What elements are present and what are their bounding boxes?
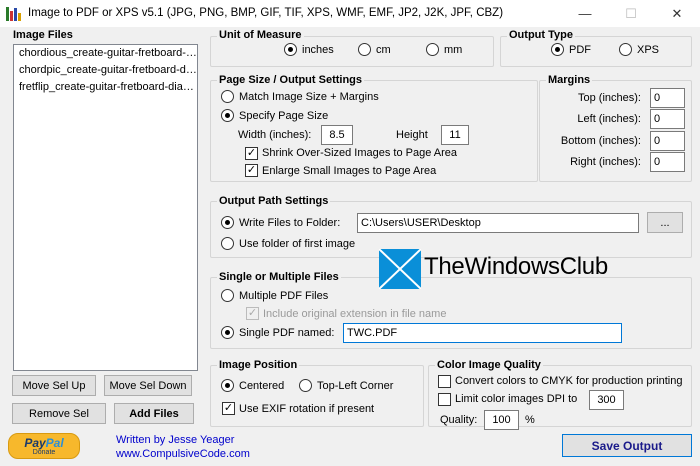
remove-sel-button[interactable]: Remove Sel (12, 403, 106, 424)
single-pdf-name-input[interactable] (343, 323, 622, 343)
width-input[interactable] (321, 125, 353, 145)
list-item[interactable]: chordpic_create-guitar-fretboard-diagram… (14, 62, 197, 79)
margin-right-label: Right (inches): (570, 156, 641, 168)
use-first-folder-label: Use folder of first image (239, 238, 356, 250)
output-xps-radio[interactable] (619, 43, 632, 56)
paypal-logo: PayPal (24, 436, 64, 450)
single-multiple-label: Single or Multiple Files (217, 271, 341, 283)
minimize-button[interactable]: — (562, 0, 608, 27)
image-files-label: Image Files (13, 29, 73, 41)
paypal-donate-label: Donate (32, 449, 56, 456)
list-item[interactable]: fretflip_create-guitar-fretboard-diagram… (14, 79, 197, 96)
cmyk-label: Convert colors to CMYK for production pr… (455, 375, 683, 387)
author-link[interactable]: Written by Jesse Yeager (116, 434, 234, 446)
dpi-input[interactable] (589, 390, 624, 410)
list-item[interactable]: chordious_create-guitar-fretboard-diagra… (14, 45, 197, 62)
paypal-donate-button[interactable]: PayPal Donate (8, 433, 80, 459)
unit-of-measure-label: Unit of Measure (217, 29, 304, 41)
margin-bottom-label: Bottom (inches): (560, 135, 641, 147)
shrink-label: Shrink Over-Sized Images to Page Area (262, 147, 458, 159)
watermark-text: TheWindowsClub (424, 253, 608, 280)
image-position-group: Image Position (210, 359, 424, 427)
website-link[interactable]: www.CompulsiveCode.com (116, 448, 250, 460)
include-extension-checkbox[interactable]: ✓ (246, 307, 259, 320)
shrink-checkbox[interactable]: ✓ (245, 147, 258, 160)
margin-top-input[interactable] (650, 88, 685, 108)
specify-page-size-radio[interactable] (221, 109, 234, 122)
margin-bottom-input[interactable] (650, 131, 685, 151)
quality-input[interactable] (484, 410, 519, 430)
margin-left-input[interactable] (650, 109, 685, 129)
output-pdf-label: PDF (569, 44, 591, 56)
write-to-folder-radio[interactable] (221, 216, 234, 229)
height-label: Height (396, 129, 428, 141)
multiple-files-radio[interactable] (221, 289, 234, 302)
window-title: Image to PDF or XPS v5.1 (JPG, PNG, BMP,… (28, 7, 504, 19)
specify-page-size-label: Specify Page Size (239, 110, 329, 122)
maximize-button[interactable]: ☐ (608, 0, 654, 27)
margin-top-label: Top (inches): (578, 92, 641, 104)
color-quality-label: Color Image Quality (435, 359, 543, 371)
output-type-group: Output Type (500, 29, 692, 67)
save-output-button[interactable]: Save Output (562, 434, 692, 457)
output-pdf-radio[interactable] (551, 43, 564, 56)
close-button[interactable]: ✕ (654, 0, 700, 27)
unit-cm-label: cm (376, 44, 391, 56)
unit-cm-radio[interactable] (358, 43, 371, 56)
unit-inches-label: inches (302, 44, 334, 56)
match-image-size-label: Match Image Size + Margins (239, 91, 379, 103)
multiple-files-label: Multiple PDF Files (239, 290, 329, 302)
quality-label: Quality: (440, 414, 478, 426)
use-first-folder-radio[interactable] (221, 237, 234, 250)
position-centered-radio[interactable] (221, 379, 234, 392)
output-xps-label: XPS (637, 44, 660, 56)
unit-mm-radio[interactable] (426, 43, 439, 56)
output-path-label: Output Path Settings (217, 195, 331, 207)
single-pdf-label: Single PDF named: (239, 327, 335, 339)
image-files-list[interactable]: chordious_create-guitar-fretboard-diagra… (13, 44, 198, 371)
enlarge-checkbox[interactable]: ✓ (245, 164, 258, 177)
exif-rotation-label: Use EXIF rotation if present (239, 403, 375, 415)
margin-left-label: Left (inches): (577, 113, 641, 125)
single-pdf-radio[interactable] (221, 326, 234, 339)
limit-dpi-checkbox[interactable] (438, 393, 451, 406)
output-type-label: Output Type (507, 29, 575, 41)
move-sel-down-button[interactable]: Move Sel Down (104, 375, 192, 396)
image-position-label: Image Position (217, 359, 300, 371)
unit-inches-radio[interactable] (284, 43, 297, 56)
output-folder-input[interactable] (357, 213, 639, 233)
browse-folder-button[interactable]: ... (647, 212, 683, 233)
write-to-folder-label: Write Files to Folder: (239, 217, 341, 229)
margin-right-input[interactable] (650, 152, 685, 172)
unit-mm-label: mm (444, 44, 463, 56)
cmyk-checkbox[interactable] (438, 375, 451, 388)
width-label: Width (inches): (238, 129, 312, 141)
margins-label: Margins (546, 74, 593, 86)
position-top-left-radio[interactable] (299, 379, 312, 392)
move-sel-up-button[interactable]: Move Sel Up (12, 375, 96, 396)
add-files-button[interactable]: Add Files (114, 403, 194, 424)
enlarge-label: Enlarge Small Images to Page Area (262, 165, 437, 177)
position-centered-label: Centered (239, 380, 285, 392)
position-top-left-label: Top-Left Corner (317, 380, 394, 392)
height-input[interactable] (441, 125, 469, 145)
exif-rotation-checkbox[interactable]: ✓ (222, 402, 235, 415)
include-extension-label: Include original extension in file name (263, 308, 447, 320)
windows-logo-icon (378, 248, 422, 290)
limit-dpi-label: Limit color images DPI to (455, 393, 578, 405)
title-bar: Image to PDF or XPS v5.1 (JPG, PNG, BMP,… (0, 0, 700, 27)
app-icon (6, 6, 22, 21)
match-image-size-radio[interactable] (221, 90, 234, 103)
page-size-label: Page Size / Output Settings (217, 74, 365, 86)
quality-percent-label: % (525, 414, 535, 426)
